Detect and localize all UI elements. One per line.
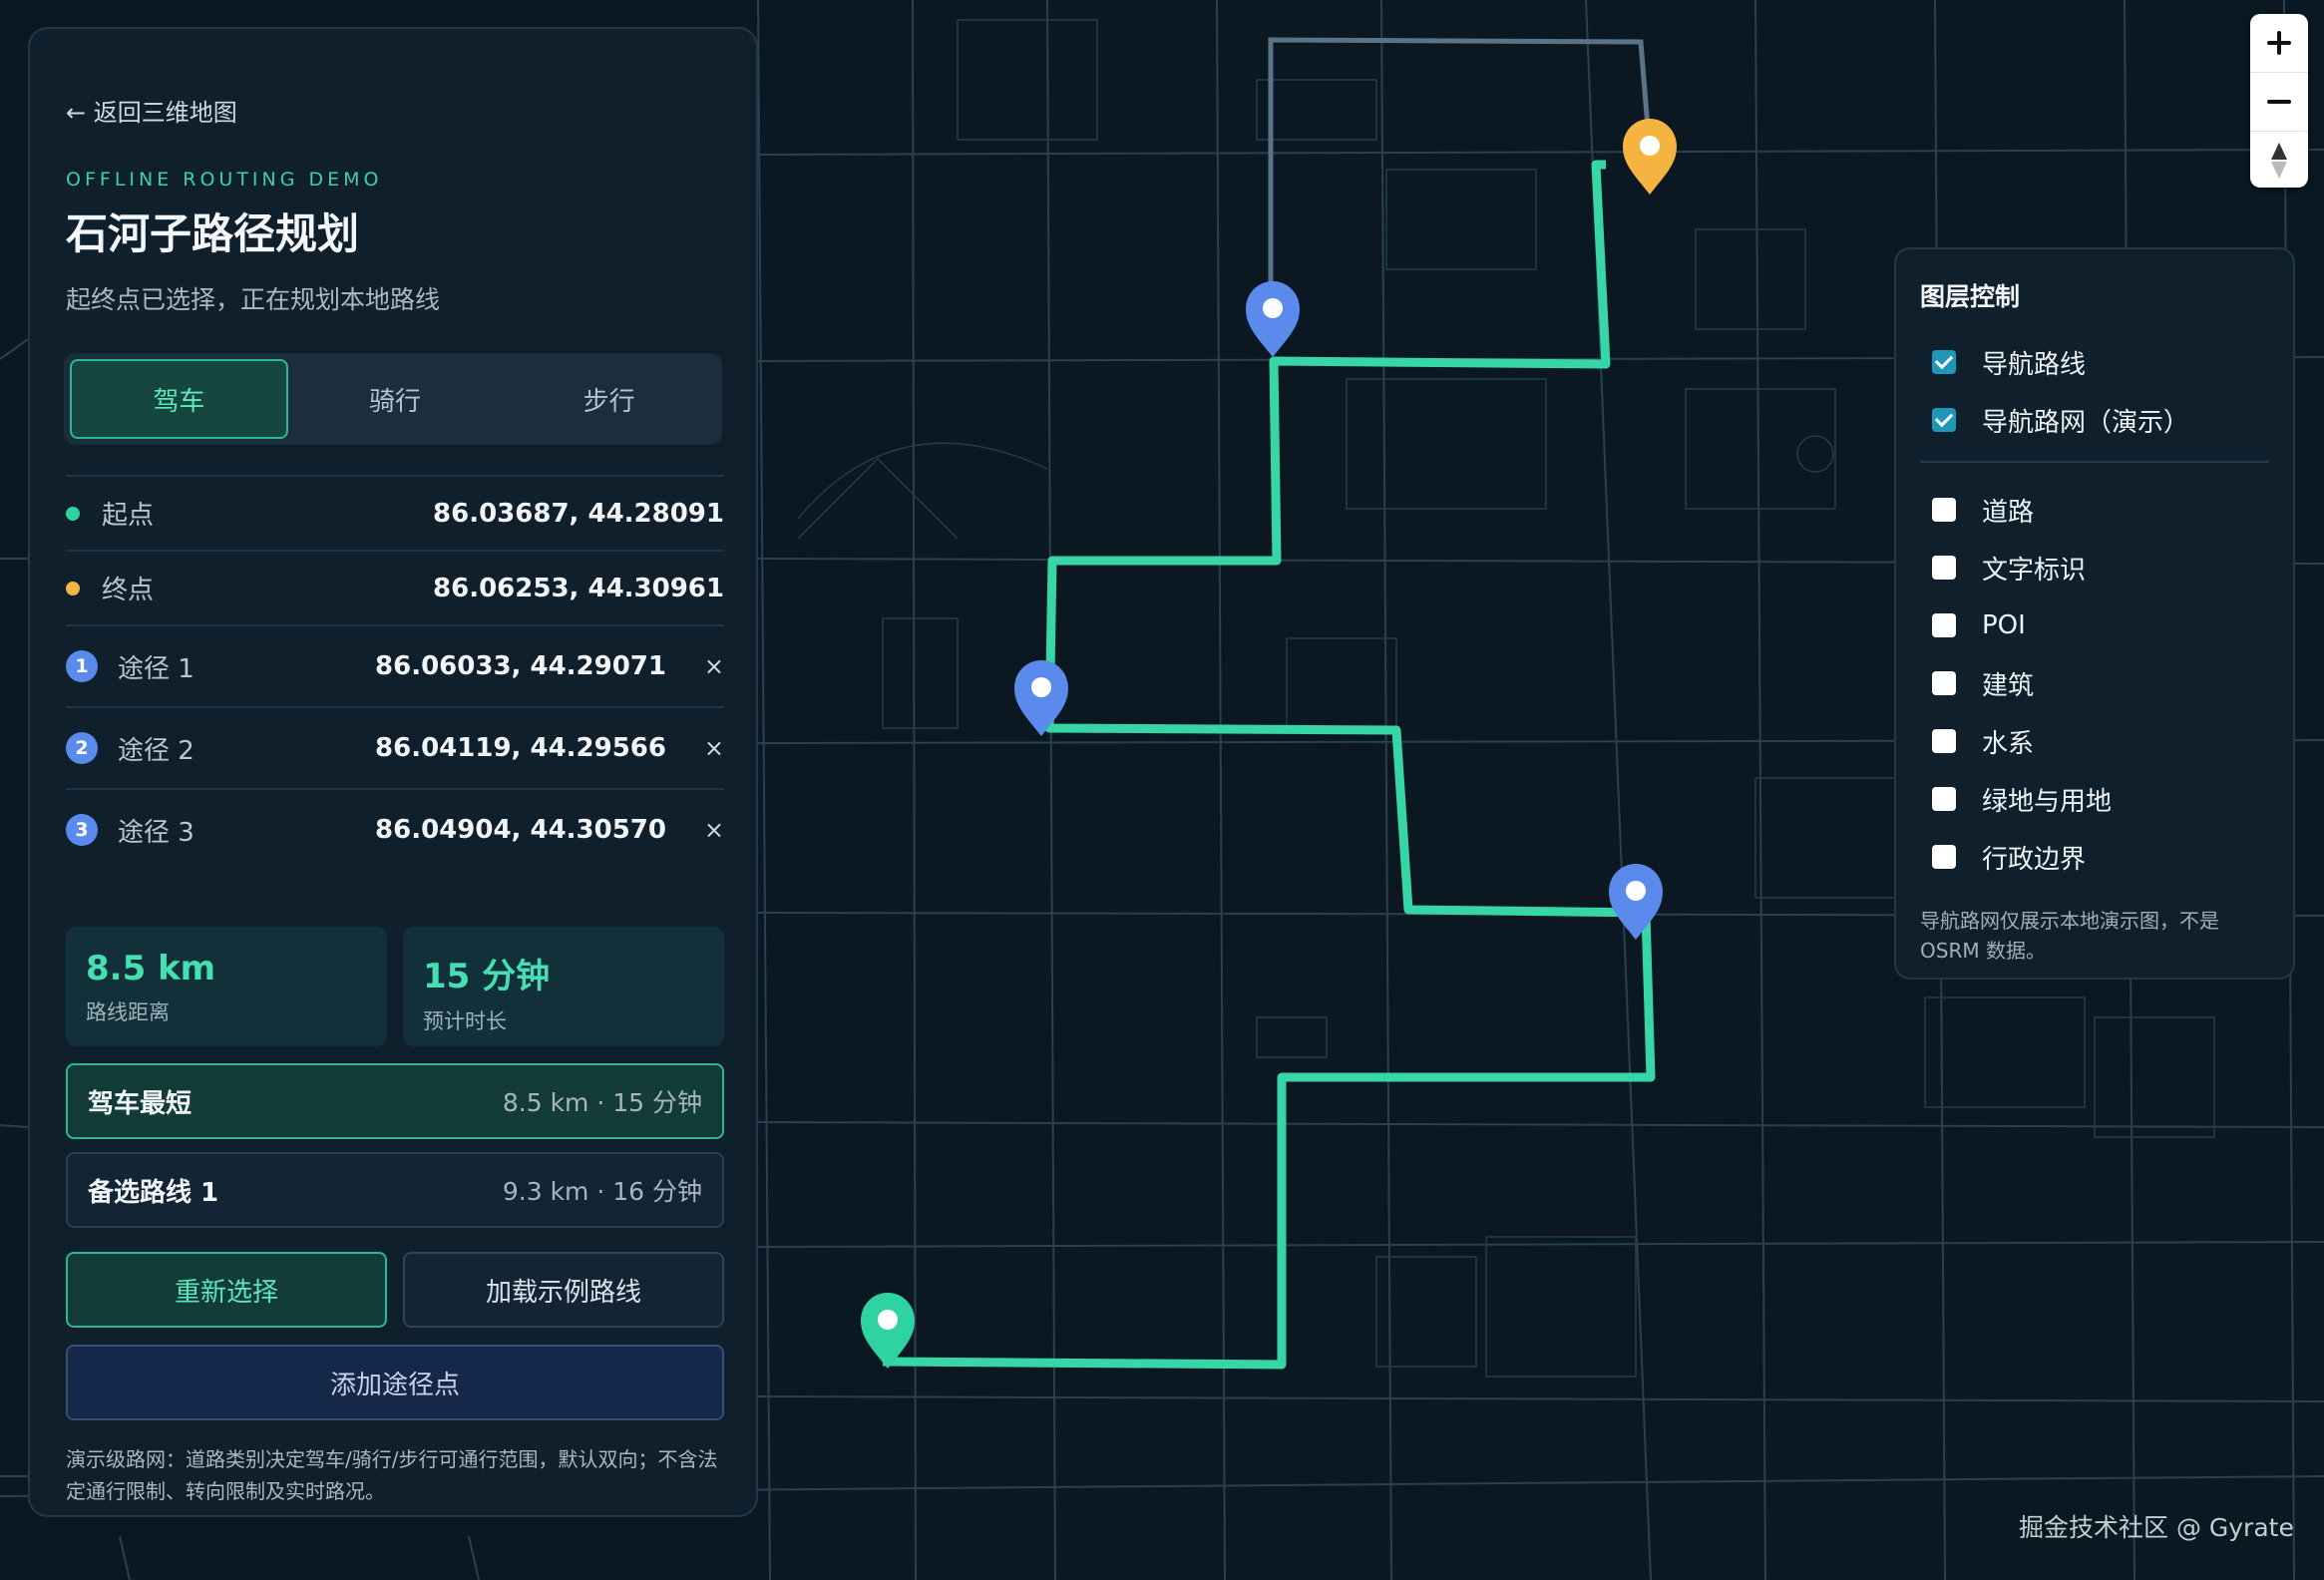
checkbox-icon[interactable]	[1932, 787, 1956, 811]
layer-toggle-labels[interactable]: 文字标识	[1920, 539, 2269, 596]
panel-subtitle: OFFLINE ROUTING DEMO	[66, 169, 383, 191]
layer-toggle-water[interactable]: 水系	[1920, 712, 2269, 770]
zoom-control	[2250, 14, 2308, 188]
remove-waypoint-icon[interactable]: ×	[688, 652, 724, 680]
layer-toggle-poi[interactable]: POI	[1920, 596, 2269, 654]
zoom-in-button[interactable]	[2250, 14, 2308, 73]
layer-panel-title: 图层控制	[1920, 282, 2021, 311]
start-dot-icon	[66, 506, 80, 521]
load-sample-route-button[interactable]: 加载示例路线	[403, 1252, 724, 1328]
back-to-3d-map-link[interactable]: ← 返回三维地图	[66, 93, 237, 128]
zoom-out-button[interactable]	[2250, 73, 2308, 132]
layer-toggle-landuse[interactable]: 绿地与用地	[1920, 770, 2269, 828]
reselect-button[interactable]: 重新选择	[66, 1252, 387, 1328]
checkbox-icon[interactable]	[1932, 671, 1956, 695]
duration-stat: 15 分钟 预计时长	[403, 927, 724, 1046]
waypoint-coordinate: 86.04904, 44.30570	[375, 815, 666, 845]
layer-label: 导航路线	[1982, 349, 2087, 380]
compass-icon	[2271, 143, 2287, 179]
route-option-info: 8.5 km · 15 分钟	[502, 1088, 702, 1117]
layer-toggle-buildings[interactable]: 建筑	[1920, 654, 2269, 712]
route-stats: 8.5 km 路线距离 15 分钟 预计时长	[66, 927, 724, 1046]
waypoint-index-badge: 2	[66, 732, 98, 764]
waypoint-coordinate: 86.06033, 44.29071	[375, 651, 666, 681]
route-option-info: 9.3 km · 16 分钟	[502, 1177, 702, 1206]
distance-label: 路线距离	[86, 1000, 170, 1024]
add-waypoint-button[interactable]: 添加途径点	[66, 1345, 724, 1420]
layer-label: 水系	[1982, 728, 2035, 759]
route-option-alternate[interactable]: 备选路线 1 9.3 km · 16 分钟	[66, 1152, 724, 1228]
checkbox-icon[interactable]	[1932, 613, 1956, 637]
layer-toggle-roads[interactable]: 道路	[1920, 481, 2269, 539]
waypoint-label: 途径 3	[118, 817, 194, 848]
layer-toggle-navigation-route[interactable]: 导航路线	[1920, 333, 2269, 391]
layer-toggle-boundaries[interactable]: 行政边界	[1920, 828, 2269, 886]
compass-button[interactable]	[2250, 132, 2308, 190]
waypoint-coordinate: 86.04119, 44.29566	[375, 733, 666, 763]
layer-label: 导航路网（演示）	[1982, 407, 2190, 438]
checkbox-icon[interactable]	[1932, 498, 1956, 522]
end-dot-icon	[66, 581, 80, 595]
checkbox-checked-icon[interactable]	[1932, 408, 1956, 432]
route-points-list: 起点 86.03687, 44.28091 终点 86.06253, 44.30…	[66, 475, 724, 870]
distance-value: 8.5 km	[86, 949, 216, 988]
waypoint-label: 途径 1	[118, 653, 194, 684]
duration-label: 预计时长	[423, 1009, 507, 1033]
waypoint-label: 途径 2	[118, 735, 194, 766]
checkbox-icon[interactable]	[1932, 845, 1956, 869]
routing-panel: ← 返回三维地图 OFFLINE ROUTING DEMO 石河子路径规划 起终…	[28, 27, 758, 1517]
tab-driving[interactable]: 驾车	[70, 359, 288, 439]
waypoint-index-badge: 3	[66, 814, 98, 846]
layer-label: 文字标识	[1982, 555, 2087, 586]
footnote: 演示级路网：道路类别决定驾车/骑行/步行可通行范围，默认双向；不含法定通行限制、…	[66, 1447, 718, 1503]
route-option-name: 备选路线 1	[88, 1177, 219, 1208]
layer-label: POI	[1982, 610, 2026, 640]
waypoint-row[interactable]: 1 途径 1 86.06033, 44.29071 ×	[66, 624, 724, 706]
end-label: 终点	[102, 576, 155, 605]
layer-control-panel: 图层控制 导航路线 导航路网（演示） 道路 文字标识 POI 建筑 水系 绿地与…	[1894, 247, 2295, 980]
layer-label: 绿地与用地	[1982, 786, 2113, 817]
layer-toggle-navigation-network[interactable]: 导航路网（演示）	[1920, 391, 2269, 449]
layer-label: 建筑	[1982, 670, 2035, 701]
plus-icon	[2267, 31, 2291, 55]
watermark: 掘金技术社区 @ Gyrate	[2019, 1513, 2294, 1542]
tab-walking[interactable]: 步行	[502, 359, 716, 439]
layer-label: 行政边界	[1982, 844, 2087, 875]
layer-label: 道路	[1982, 497, 2035, 528]
start-point-row[interactable]: 起点 86.03687, 44.28091	[66, 475, 724, 550]
start-label: 起点	[102, 501, 155, 531]
end-coordinate: 86.06253, 44.30961	[433, 573, 724, 603]
travel-mode-tabs: 驾车 骑行 步行	[64, 353, 722, 445]
checkbox-icon[interactable]	[1932, 556, 1956, 580]
checkbox-icon[interactable]	[1932, 729, 1956, 753]
page-title: 石河子路径规划	[66, 209, 360, 258]
start-coordinate: 86.03687, 44.28091	[433, 498, 724, 529]
remove-waypoint-icon[interactable]: ×	[688, 734, 724, 762]
end-point-row[interactable]: 终点 86.06253, 44.30961	[66, 550, 724, 624]
waypoint-index-badge: 1	[66, 650, 98, 682]
layer-divider	[1920, 461, 2269, 463]
waypoint-row[interactable]: 2 途径 2 86.04119, 44.29566 ×	[66, 706, 724, 788]
remove-waypoint-icon[interactable]: ×	[688, 816, 724, 844]
minus-icon	[2267, 100, 2291, 104]
layer-note: 导航路网仅展示本地演示图，不是 OSRM 数据。	[1920, 909, 2219, 963]
status-text: 起终点已选择，正在规划本地路线	[66, 285, 441, 314]
route-option-name: 驾车最短	[88, 1088, 193, 1119]
duration-value: 15 分钟	[423, 957, 551, 996]
route-option-shortest[interactable]: 驾车最短 8.5 km · 15 分钟	[66, 1063, 724, 1139]
tab-cycling[interactable]: 骑行	[288, 359, 503, 439]
checkbox-checked-icon[interactable]	[1932, 350, 1956, 374]
distance-stat: 8.5 km 路线距离	[66, 927, 387, 1046]
waypoint-row[interactable]: 3 途径 3 86.04904, 44.30570 ×	[66, 788, 724, 870]
